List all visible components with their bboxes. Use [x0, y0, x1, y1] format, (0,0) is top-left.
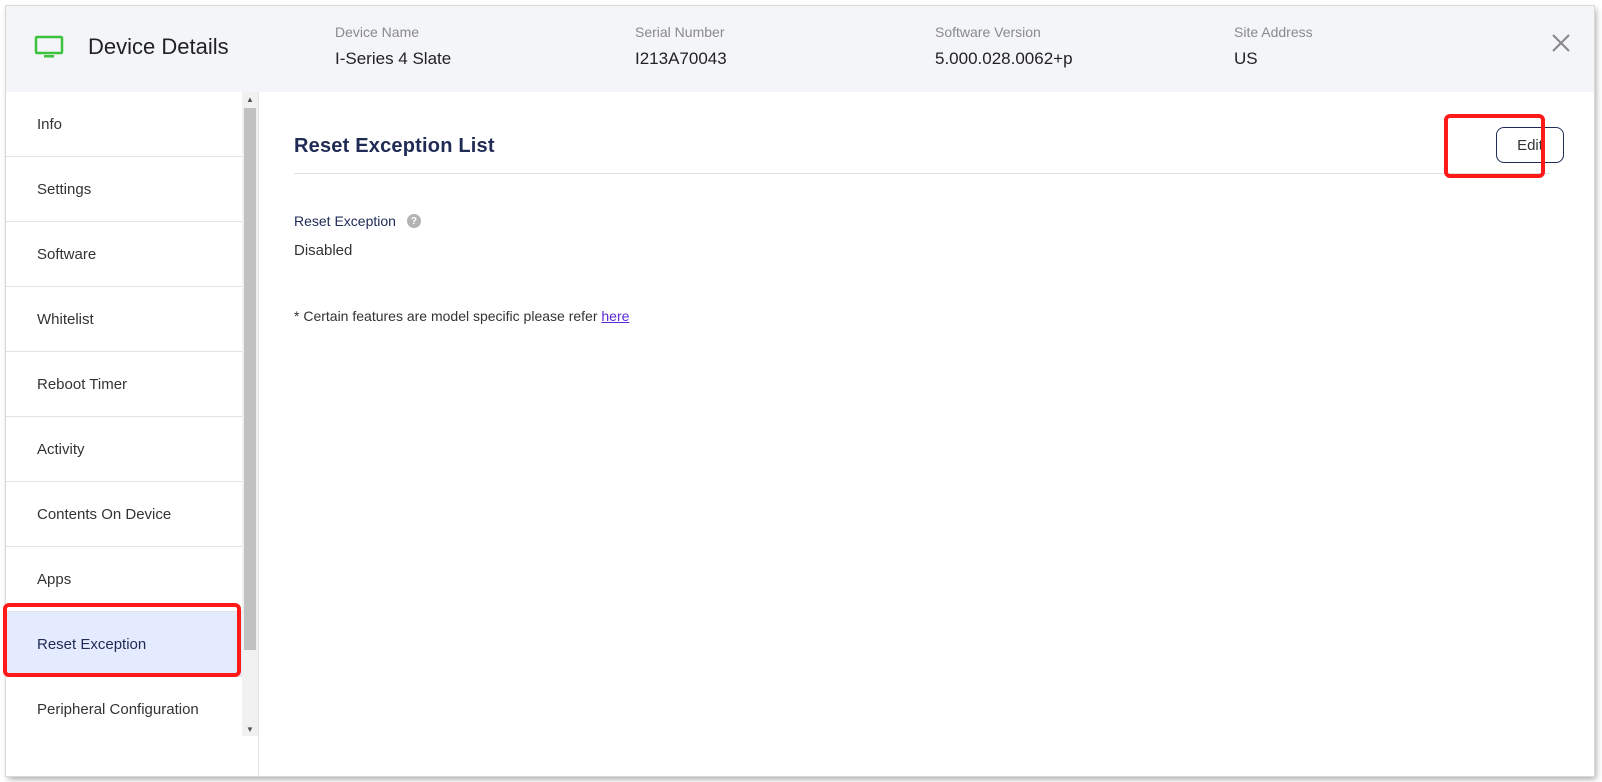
sidebar-item-label: Settings: [37, 180, 92, 198]
device-name-field: Device Name I-Series 4 Slate: [335, 24, 451, 69]
section-title: Reset Exception List: [294, 135, 495, 157]
sidebar-item-contents-on-device[interactable]: Contents On Device: [6, 482, 242, 547]
monitor-icon: [34, 32, 64, 62]
sidebar-item-label: Apps: [37, 570, 72, 588]
sidebar-item-settings[interactable]: Settings: [6, 157, 242, 222]
site-address-field: Site Address US: [1234, 24, 1313, 69]
sidebar-item-software[interactable]: Software: [6, 222, 242, 287]
reset-exception-label: Reset Exception ?: [294, 213, 421, 229]
note-text: * Certain features are model specific pl…: [294, 308, 602, 324]
field-label: Serial Number: [635, 24, 725, 40]
field-value: US: [1234, 49, 1258, 68]
sidebar-item-label: Reboot Timer: [37, 375, 128, 393]
sidebar-item-info[interactable]: Info: [6, 92, 242, 157]
reset-exception-value: Disabled: [294, 242, 353, 259]
close-icon[interactable]: [1548, 30, 1574, 56]
sidebar-item-peripheral-configuration[interactable]: Peripheral Configuration: [6, 677, 242, 742]
sidebar-item-activity[interactable]: Activity: [6, 417, 242, 482]
title-group: Device Details: [34, 32, 229, 62]
sidebar-item-label: Activity: [37, 440, 85, 458]
field-label: Site Address: [1234, 24, 1313, 40]
divider: [258, 92, 259, 776]
field-value: I-Series 4 Slate: [335, 49, 452, 68]
sidebar: Info Settings Software Whitelist Reboot …: [6, 92, 242, 776]
field-value: I213A70043: [635, 49, 727, 68]
sidebar-item-label: Contents On Device: [37, 505, 172, 523]
sidebar-scrollbar[interactable]: ▲ ▼: [242, 92, 258, 736]
sidebar-item-label: Info: [37, 115, 63, 133]
software-version-field: Software Version 5.000.028.0062+p: [935, 24, 1073, 69]
sidebar-item-label: Software: [37, 245, 97, 263]
device-details-dialog: Device Details Device Name I-Series 4 Sl…: [6, 6, 1594, 776]
dialog-title: Device Details: [88, 34, 229, 59]
divider: [294, 173, 1550, 174]
field-label: Software Version: [935, 24, 1041, 40]
here-link[interactable]: here: [601, 308, 629, 324]
sidebar-item-reboot-timer[interactable]: Reboot Timer: [6, 352, 242, 417]
sidebar-item-reset-exception[interactable]: Reset Exception: [6, 612, 242, 677]
sidebar-item-label: Whitelist: [37, 310, 94, 328]
field-label: Device Name: [335, 24, 420, 40]
sidebar-item-label: Reset Exception: [37, 635, 147, 653]
model-specific-note: * Certain features are model specific pl…: [294, 308, 629, 324]
field-value: 5.000.028.0062+p: [935, 49, 1073, 68]
scrollbar-thumb[interactable]: [244, 108, 256, 650]
scroll-down-icon[interactable]: ▼: [242, 722, 258, 736]
header: Device Details Device Name I-Series 4 Sl…: [6, 6, 1594, 92]
field-label-text: Reset Exception: [294, 213, 396, 229]
sidebar-item-apps[interactable]: Apps: [6, 547, 242, 612]
edit-button[interactable]: Edit: [1496, 127, 1564, 163]
scroll-up-icon[interactable]: ▲: [242, 92, 258, 106]
sidebar-item-whitelist[interactable]: Whitelist: [6, 287, 242, 352]
sidebar-item-label: Peripheral Configuration: [37, 701, 199, 718]
help-icon[interactable]: ?: [406, 214, 421, 228]
serial-number-field: Serial Number I213A70043: [635, 24, 727, 69]
